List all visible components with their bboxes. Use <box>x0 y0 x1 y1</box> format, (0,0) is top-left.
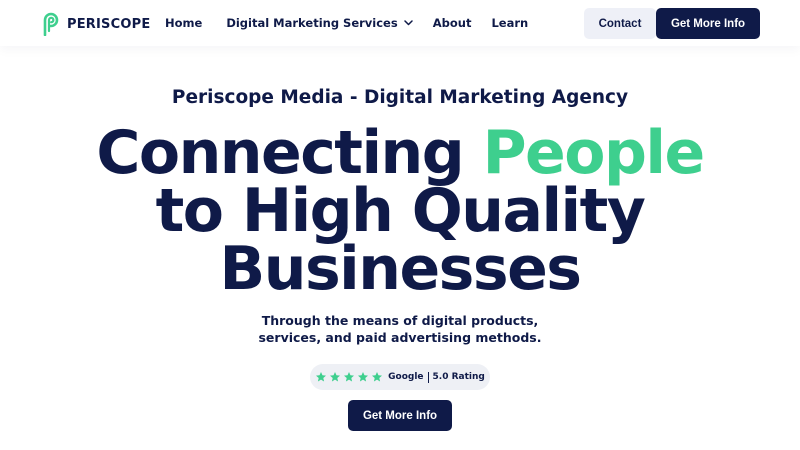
page: PERISCOPE Home Digital Marketing Service… <box>0 0 800 450</box>
star-icon <box>344 372 355 382</box>
periscope-p-logo-icon <box>43 12 59 36</box>
nav-about-label: About <box>432 16 472 30</box>
hero-get-more-info-button[interactable]: Get More Info <box>348 400 452 431</box>
star-icon <box>330 372 341 382</box>
lead-line1: Through the means of digital products, <box>261 313 539 328</box>
rating-badge: Google 5.0 Rating <box>310 364 490 390</box>
nav-digital-marketing-services[interactable]: Digital Marketing Services <box>226 16 413 30</box>
brand-logo[interactable]: PERISCOPE <box>42 12 150 36</box>
rating-divider <box>427 371 429 383</box>
main-nav: Home Digital Marketing Services About Le… <box>165 0 528 46</box>
contact-button[interactable]: Contact <box>584 8 656 39</box>
hero-headline: Connecting People to High Quality Busine… <box>0 123 800 299</box>
brand-name: PERISCOPE <box>67 16 151 32</box>
star-icon <box>372 372 383 382</box>
star-icon <box>316 372 327 382</box>
rating-score: 5.0 Rating <box>432 372 485 382</box>
nav-home-label: Home <box>165 16 203 30</box>
nav-learn[interactable]: Learn <box>491 16 528 30</box>
hero-lead-text: Through the means of digital products, s… <box>0 312 800 346</box>
hero-subtitle: Periscope Media - Digital Marketing Agen… <box>171 87 629 108</box>
nav-about[interactable]: About <box>433 16 472 30</box>
headline-line3: Businesses <box>219 234 582 304</box>
chevron-down-icon <box>403 20 413 26</box>
lead-line2: services, and paid advertising methods. <box>258 330 542 345</box>
nav-services-label: Digital Marketing Services <box>226 16 398 30</box>
header-get-more-info-button[interactable]: Get More Info <box>656 8 760 39</box>
rating-source: Google <box>388 372 424 382</box>
star-icon <box>358 372 369 382</box>
site-header: PERISCOPE Home Digital Marketing Service… <box>0 0 800 46</box>
rating-stars <box>315 371 383 383</box>
nav-learn-label: Learn <box>491 16 529 30</box>
nav-home[interactable]: Home <box>165 16 202 30</box>
